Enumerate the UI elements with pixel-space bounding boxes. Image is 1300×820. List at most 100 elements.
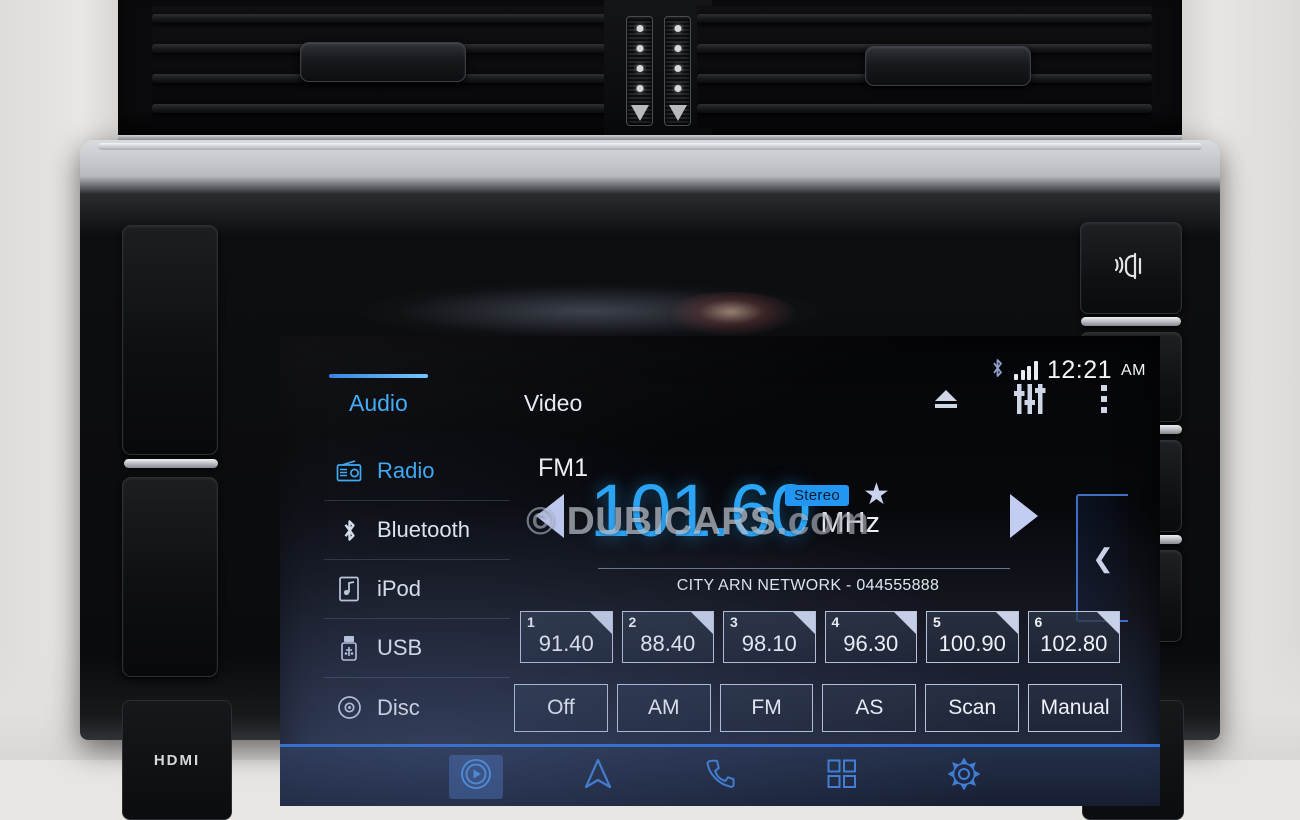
- voice-command-button[interactable]: [1080, 222, 1182, 314]
- infotainment-screen[interactable]: 12:21 AM Audio Video Radio Bluetooth iPo…: [280, 336, 1160, 806]
- star-icon[interactable]: ★: [863, 480, 890, 510]
- mode-label: AM: [647, 696, 680, 719]
- settings-gear-icon: [947, 757, 981, 795]
- preset-value: 100.90: [938, 631, 1006, 656]
- ac-vent-right: [697, 6, 1152, 128]
- source-item-usb[interactable]: USB: [324, 619, 510, 678]
- source-item-disc[interactable]: Disc: [324, 678, 510, 737]
- source-list: Radio Bluetooth iPod USB Disc: [324, 442, 510, 737]
- nav-settings-button[interactable]: [937, 755, 991, 799]
- ac-vent-left-knob[interactable]: [300, 42, 466, 82]
- hdmi-port-bay[interactable]: HDMI: [122, 700, 232, 820]
- bottom-navigation-bar: [280, 744, 1160, 806]
- preset-button-6[interactable]: 6 102.80: [1027, 611, 1120, 663]
- apps-icon: [827, 759, 857, 794]
- mode-label: Manual: [1040, 696, 1110, 719]
- ac-slider-left[interactable]: [626, 16, 653, 126]
- source-item-radio[interactable]: Radio: [324, 442, 510, 501]
- bluetooth-icon: [990, 357, 1005, 385]
- disc-icon: [336, 695, 362, 721]
- clock-ampm: AM: [1121, 361, 1146, 379]
- nav-navigation-button[interactable]: [571, 755, 625, 799]
- preset-button-1[interactable]: 1 91.40: [520, 611, 613, 663]
- left-chrome-divider: [124, 459, 218, 468]
- next-station-button[interactable]: [1010, 494, 1038, 538]
- tab-video-label: Video: [523, 390, 583, 416]
- signal-bars-icon: [1014, 361, 1038, 380]
- ac-vent-center-controls: [604, 0, 712, 140]
- source-item-bluetooth[interactable]: Bluetooth: [324, 501, 510, 560]
- ac-vent-right-knob[interactable]: [865, 46, 1031, 86]
- unit-chrome-trim: [98, 143, 1202, 150]
- equalizer-icon[interactable]: [1014, 384, 1046, 414]
- bezel-glint: [666, 292, 796, 336]
- source-label-radio: Radio: [377, 458, 435, 483]
- more-options-icon[interactable]: [1100, 385, 1108, 413]
- mode-button-off[interactable]: Off: [514, 684, 608, 732]
- side-panel-handle[interactable]: ❮: [1076, 494, 1128, 622]
- mode-button-fm[interactable]: FM: [719, 684, 814, 732]
- mode-button-scan[interactable]: Scan: [925, 684, 1020, 732]
- preset-button-3[interactable]: 3 98.10: [723, 611, 816, 663]
- mode-button-am[interactable]: AM: [616, 684, 711, 732]
- left-blank-button-bottom[interactable]: [122, 477, 218, 677]
- mode-label: Off: [547, 696, 575, 719]
- preset-number: 4: [831, 614, 840, 630]
- preset-number: 3: [730, 614, 738, 630]
- navigation-icon: [583, 757, 613, 796]
- next-station-icon: [1010, 494, 1038, 538]
- media-icon: [459, 757, 493, 796]
- source-item-ipod[interactable]: iPod: [324, 560, 510, 619]
- frequency-badges: Stereo ★: [785, 480, 890, 510]
- voice-command-icon: [1111, 249, 1151, 288]
- preset-number: 5: [933, 614, 941, 630]
- nav-apps-button[interactable]: [815, 755, 869, 799]
- ac-vent-left: [152, 6, 617, 128]
- hdmi-label: HDMI: [153, 751, 201, 769]
- chevron-left-icon: ❮: [1092, 542, 1114, 573]
- status-badge: Stereo: [785, 484, 849, 506]
- phone-icon: [705, 758, 735, 795]
- tab-audio-label: Audio: [349, 390, 408, 416]
- mode-label: AS: [855, 696, 884, 719]
- preset-button-4[interactable]: 4 96.30: [824, 611, 917, 663]
- preset-button-5[interactable]: 5 100.90: [926, 611, 1019, 663]
- usb-icon: [336, 635, 362, 661]
- preset-value: 91.40: [538, 631, 594, 656]
- bluetooth-icon: [336, 517, 362, 543]
- mode-label: FM: [751, 696, 782, 719]
- ac-slider-right[interactable]: [664, 16, 691, 126]
- previous-station-icon: [536, 494, 564, 538]
- radio-icon: [336, 458, 362, 484]
- ac-vent-assembly: [118, 0, 1182, 140]
- mode-button-as[interactable]: AS: [822, 684, 917, 732]
- right-chrome-divider-1: [1081, 317, 1181, 326]
- preset-value: 102.80: [1040, 631, 1108, 656]
- preset-value: 98.10: [741, 631, 797, 656]
- tab-audio[interactable]: Audio: [329, 374, 428, 425]
- band-label: FM1: [538, 454, 588, 482]
- preset-button-2[interactable]: 2 88.40: [621, 611, 714, 663]
- mode-button-row: Off AM FM AS Scan Manual: [514, 684, 1122, 732]
- source-label-bluetooth: Bluetooth: [377, 517, 470, 542]
- preset-value: 88.40: [640, 631, 696, 656]
- tab-video[interactable]: Video: [510, 384, 596, 425]
- head-unit-housing: HDMI 12:21 AM Audio Video Radio Bluetoot…: [80, 140, 1220, 820]
- eject-icon[interactable]: [932, 387, 960, 411]
- nav-phone-button[interactable]: [693, 755, 747, 799]
- frequency-value: 101.60: [590, 469, 811, 552]
- preset-value: 96.30: [843, 631, 899, 656]
- preset-number: 2: [628, 614, 637, 630]
- preset-number: 6: [1034, 614, 1043, 630]
- station-text: CITY ARN NETWORK - 044555888: [676, 577, 940, 594]
- top-action-bar: [932, 384, 1108, 414]
- ipod-icon: [336, 576, 362, 602]
- mode-button-manual[interactable]: Manual: [1028, 684, 1122, 732]
- nav-media-button[interactable]: [449, 754, 503, 799]
- previous-station-button[interactable]: [536, 494, 564, 538]
- source-label-usb: USB: [377, 635, 423, 660]
- left-blank-button-top[interactable]: [122, 225, 218, 455]
- source-label-ipod: iPod: [377, 576, 422, 601]
- preset-number: 1: [527, 614, 535, 630]
- clock-time: 12:21: [1046, 356, 1112, 384]
